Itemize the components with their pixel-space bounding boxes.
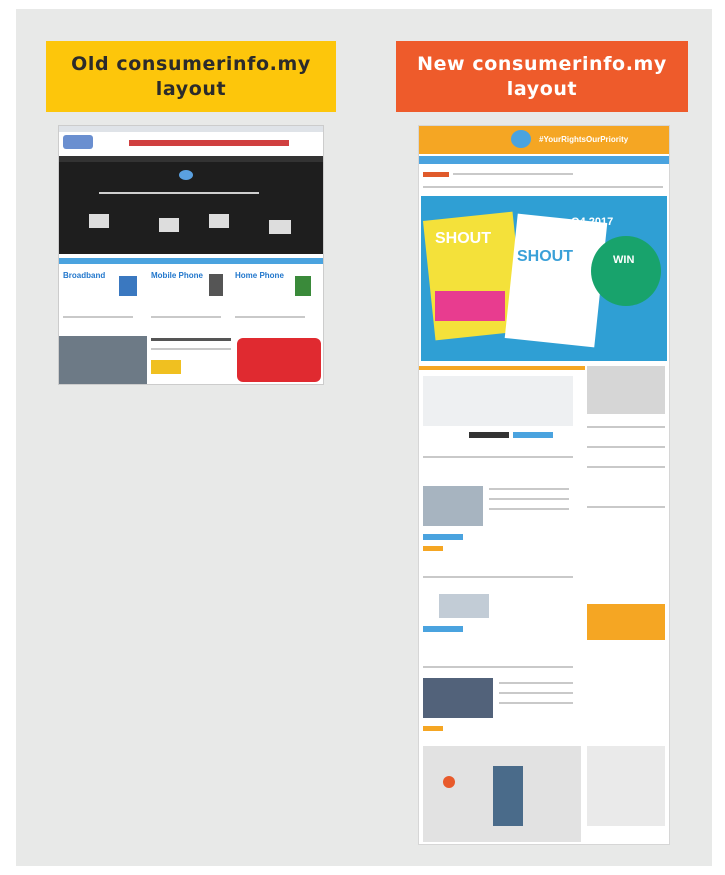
sidebar-promo [587,604,665,640]
old-photo [59,336,147,384]
new-layout-title: New consumerinfo.my layout [417,52,667,100]
hashtag-text: #YourRightsOurPriority [539,135,629,144]
site-logo [63,135,93,149]
browser-bar [59,126,323,132]
new-video-block [423,746,581,842]
issue-badge: Q4 2017 [571,216,614,228]
old-promo-box [237,338,321,382]
promo-win: WIN [613,254,635,266]
new-nav-bar [419,156,669,164]
magazine-title: SHOUT [435,230,491,247]
new-article-image [423,486,483,526]
new-header-banner: #YourRightsOurPriority [419,126,669,154]
new-layout-label: New consumerinfo.my layout [396,41,688,112]
new-section-1 [423,376,573,426]
category-home-phone: Home Phone [235,271,284,280]
old-layout-label: Old consumerinfo.my layout [46,41,336,112]
new-hero-magazine: SHOUT SHOUT Q4 2017 WIN [421,196,667,361]
old-layout-title: Old consumerinfo.my layout [71,52,311,100]
category-broadband: Broadband [63,271,106,280]
old-hero-banner [59,162,323,254]
category-mobile-phone: Mobile Phone [151,271,203,280]
magazine-title-2: SHOUT [517,248,573,265]
old-layout-screenshot: Broadband Mobile Phone Home Phone [58,125,324,385]
new-article-image-2 [423,678,493,718]
sidebar-thumb [587,366,665,414]
new-layout-screenshot: #YourRightsOurPriority SHOUT SHOUT Q4 20… [418,125,670,845]
old-tabs [59,258,323,264]
site-tagline [129,140,289,146]
